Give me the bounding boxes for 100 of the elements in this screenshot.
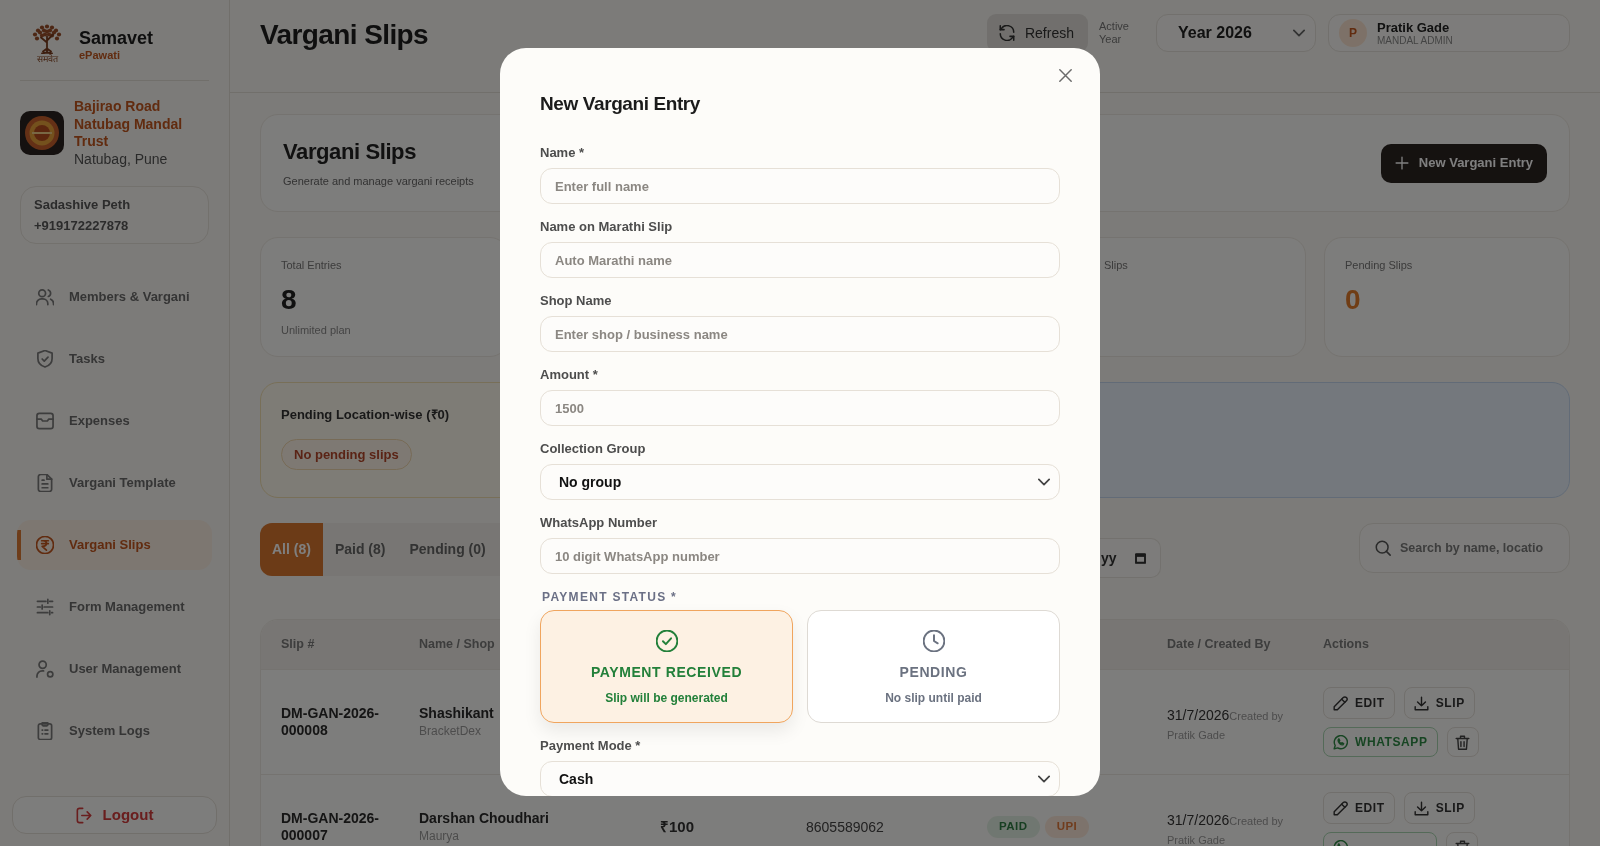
sidebar-item[interactable]: Vargani Slips [17,520,212,570]
filter-tab[interactable]: Paid (8) [322,523,398,576]
clock-icon [922,630,945,652]
user-role: MANDAL ADMIN [1377,34,1453,47]
date-text: 31/7/2026 [1167,706,1230,723]
date-field[interactable]: yy [1099,538,1161,578]
field-label: Name * [540,144,585,162]
rupee-coin-icon [36,536,54,554]
edit-button[interactable]: EDIT [1323,687,1395,719]
pencil-icon [1333,695,1348,711]
stat-label: Total Entries [281,259,342,272]
section-title: Vargani Slips [283,138,416,166]
chevron-down-icon [1038,773,1050,785]
slip-number: DM-GAN-2026-000007 [281,810,380,844]
amount-text: ₹100 [660,816,695,837]
org-location: Natubag, Pune [74,150,168,168]
phone-number: 8605589062 [806,817,884,837]
select-field[interactable]: No group [540,464,1060,500]
status-option-card[interactable]: PENDING No slip until paid [807,610,1060,723]
input-field[interactable]: 10 digit WhatsApp number [540,538,1060,574]
field-label: Amount * [540,366,598,384]
sidebar-item[interactable]: System Logs [17,706,212,756]
edit-button[interactable]: EDIT [1323,792,1395,824]
calendar-icon [1135,552,1146,564]
slip-number: DM-GAN-2026-000008 [281,705,380,739]
date-text: 31/7/2026 [1167,811,1230,828]
people-icon [36,288,54,306]
input-field[interactable]: 1500 [540,390,1060,426]
input-field[interactable]: Enter shop / business name [540,316,1060,352]
shield-check-icon [36,350,54,368]
sidebar-item[interactable]: Vargani Template [17,458,212,508]
refresh-button[interactable]: Refresh [986,14,1088,52]
payment-mode-tag: UPI [1044,816,1090,838]
logout-icon [75,806,93,824]
stat-label: Slips [1104,259,1128,272]
stat-value: 0 [1345,283,1361,317]
chat-bubble-icon [1333,734,1348,750]
field-label: PAYMENT STATUS * [542,589,678,606]
year-select[interactable]: Year 2026 [1156,14,1316,52]
user-avatar: P [1339,19,1367,47]
filter-tab[interactable]: All (8) [260,523,323,576]
input-field[interactable]: Auto Marathi name [540,242,1060,278]
sidebar-item[interactable]: Form Management [17,582,212,632]
field-label: Collection Group [540,440,646,458]
whatsapp-button[interactable]: WHATSAPP [1323,727,1438,757]
status-option-card[interactable]: PAYMENT RECEIVED Slip will be generated [540,610,793,723]
contact-area: Sadashive Peth [34,194,131,215]
column-header: Name / Shop [419,636,495,654]
logo-caption: समवेत [36,53,58,65]
filter-tab[interactable]: Pending (0) [397,523,498,576]
customer-name: Shashikant [419,705,494,722]
input-field[interactable]: Enter full name [540,168,1060,204]
org-name: Bajirao Road Natubag Mandal Trust [74,98,184,151]
plus-icon [1394,156,1409,170]
user-chip[interactable]: P Pratik Gade MANDAL ADMIN [1328,14,1570,52]
sidebar-item[interactable]: Members & Vargani [17,272,212,322]
stat-note: Unlimited plan [281,324,351,337]
chevron-down-icon [1293,27,1305,39]
field-label: WhatsApp Number [540,514,657,532]
section-subtitle: Generate and manage vargani receipts [283,174,474,188]
field-label: Name on Marathi Slip [540,218,673,236]
dialog-title: New Vargani Entry [540,92,701,116]
column-header: Slip # [281,636,315,654]
column-header: Date / Created By [1167,636,1271,654]
chevron-down-icon [1038,476,1050,488]
sidebar-item[interactable]: Tasks [17,334,212,384]
slip-button[interactable]: SLIP [1403,687,1475,719]
select-field[interactable]: Cash [540,761,1060,796]
customer-name: Darshan Choudhari [419,810,549,827]
slip-button[interactable]: SLIP [1403,792,1475,824]
tree-logo-icon [32,23,62,54]
pencil-icon [1333,800,1348,816]
emblem-image [20,111,64,155]
active-year-label: Active Year [1099,20,1130,46]
column-header: Actions [1323,636,1369,654]
document-icon [36,474,54,492]
empty-state-tag: No pending slips [281,439,412,470]
user-name: Pratik Gade [1377,19,1450,35]
search-field[interactable]: Search by name, locatio [1359,523,1570,573]
brand-name: Samavet [79,26,154,49]
user-gear-icon [36,660,54,678]
pending-summary-title: Pending Location-wise (₹0) [281,407,450,423]
download-icon [1413,695,1429,711]
sidebar-item[interactable]: Expenses [17,396,212,446]
field-label: Payment Mode * [540,737,641,755]
payment-status-tag: PAID [987,816,1040,838]
clipboard-icon [36,722,54,740]
brand-tagline: ePawati [79,48,120,62]
page-title: Vargani Slips [260,18,429,52]
sliders-icon [36,598,54,616]
trash-icon [1455,734,1471,750]
field-label: Shop Name [540,292,612,310]
tray-icon [36,412,54,430]
refresh-icon [998,25,1015,41]
logout-button[interactable]: Logout [12,796,217,834]
delete-button[interactable] [1446,727,1479,757]
sidebar-item[interactable]: User Management [17,644,212,694]
new-entry-button[interactable]: New Vargani Entry [1380,143,1547,183]
stat-value: 8 [281,283,297,317]
contact-phone: +919172227878 [34,217,129,235]
